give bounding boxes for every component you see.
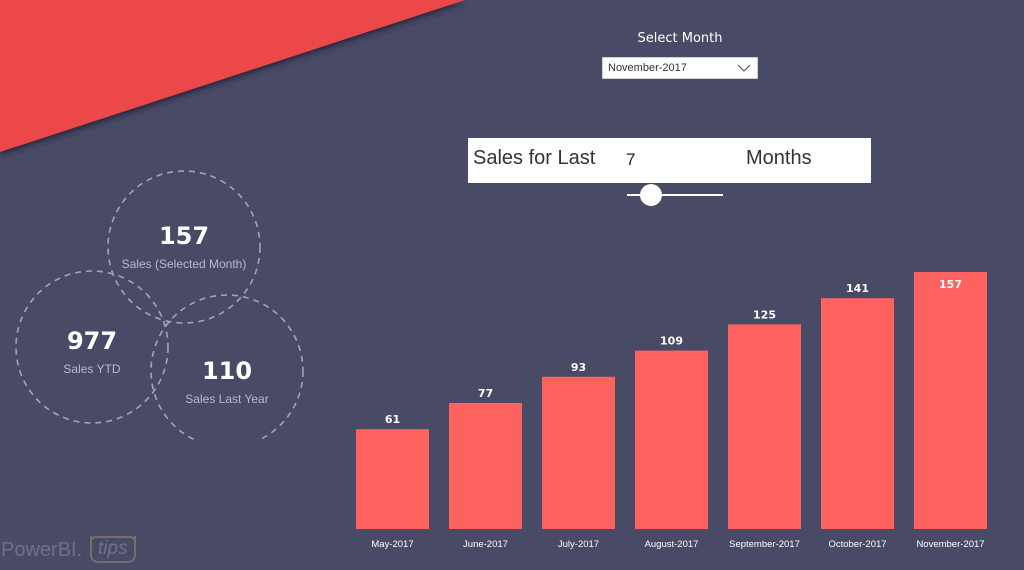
data-label: 93 — [571, 361, 586, 374]
month-dropdown[interactable]: November-2017 — [602, 57, 758, 79]
x-tick-label: November-2017 — [916, 539, 984, 550]
months-count-value[interactable]: 7 — [626, 150, 635, 170]
sales-last-months-card: Sales for Last 7 Months — [468, 138, 871, 183]
x-tick-label: May-2017 — [371, 539, 413, 550]
kpi-last-year-value: 110 — [202, 357, 252, 385]
x-tick-label: September-2017 — [729, 539, 800, 550]
bar-june-2017[interactable] — [449, 402, 522, 529]
kpi-ytd-label: Sales YTD — [63, 362, 120, 376]
bar-may-2017[interactable] — [356, 429, 429, 529]
data-label: 157 — [939, 278, 962, 291]
x-tick-label: October-2017 — [828, 539, 886, 550]
kpi-last-year-label: Sales Last Year — [185, 392, 268, 406]
data-label: 61 — [385, 413, 400, 426]
x-tick-label: August-2017 — [645, 539, 699, 550]
kpi-ytd-value: 977 — [67, 327, 117, 355]
data-label: 77 — [478, 387, 493, 400]
bar-july-2017[interactable] — [542, 376, 615, 529]
bar-august-2017[interactable] — [635, 350, 708, 529]
slider-thumb[interactable] — [640, 184, 662, 206]
data-label: 141 — [846, 282, 869, 295]
kpi-circles: 157 Sales (Selected Month) 977 Sales YTD… — [15, 170, 304, 440]
red-diagonal-banner — [0, 0, 465, 152]
bar-september-2017[interactable] — [728, 324, 801, 529]
kpi-selected-month-value: 157 — [159, 222, 209, 250]
logo-tips-text: tips — [90, 536, 136, 563]
sales-bar-chart: 61 77 93 109 125 141 157 May-2017 June-2017 July… — [356, 272, 987, 550]
logo-text: PowerBI. — [1, 539, 83, 561]
data-label: 109 — [660, 335, 683, 348]
powerbi-tips-logo: PowerBI. tips — [0, 533, 145, 567]
chevron-down-icon[interactable] — [737, 63, 751, 73]
sales-for-last-label: Sales for Last — [473, 147, 596, 169]
bar-november-2017[interactable] — [914, 272, 987, 529]
select-month-title: Select Month — [637, 31, 723, 46]
bar-october-2017[interactable] — [821, 298, 894, 529]
months-slider[interactable] — [627, 184, 723, 206]
x-tick-label: June-2017 — [463, 539, 508, 550]
months-label: Months — [746, 147, 812, 169]
kpi-selected-month-label: Sales (Selected Month) — [122, 257, 247, 271]
data-label: 125 — [753, 308, 776, 321]
x-tick-label: July-2017 — [558, 539, 599, 550]
month-dropdown-value: November-2017 — [608, 62, 687, 74]
